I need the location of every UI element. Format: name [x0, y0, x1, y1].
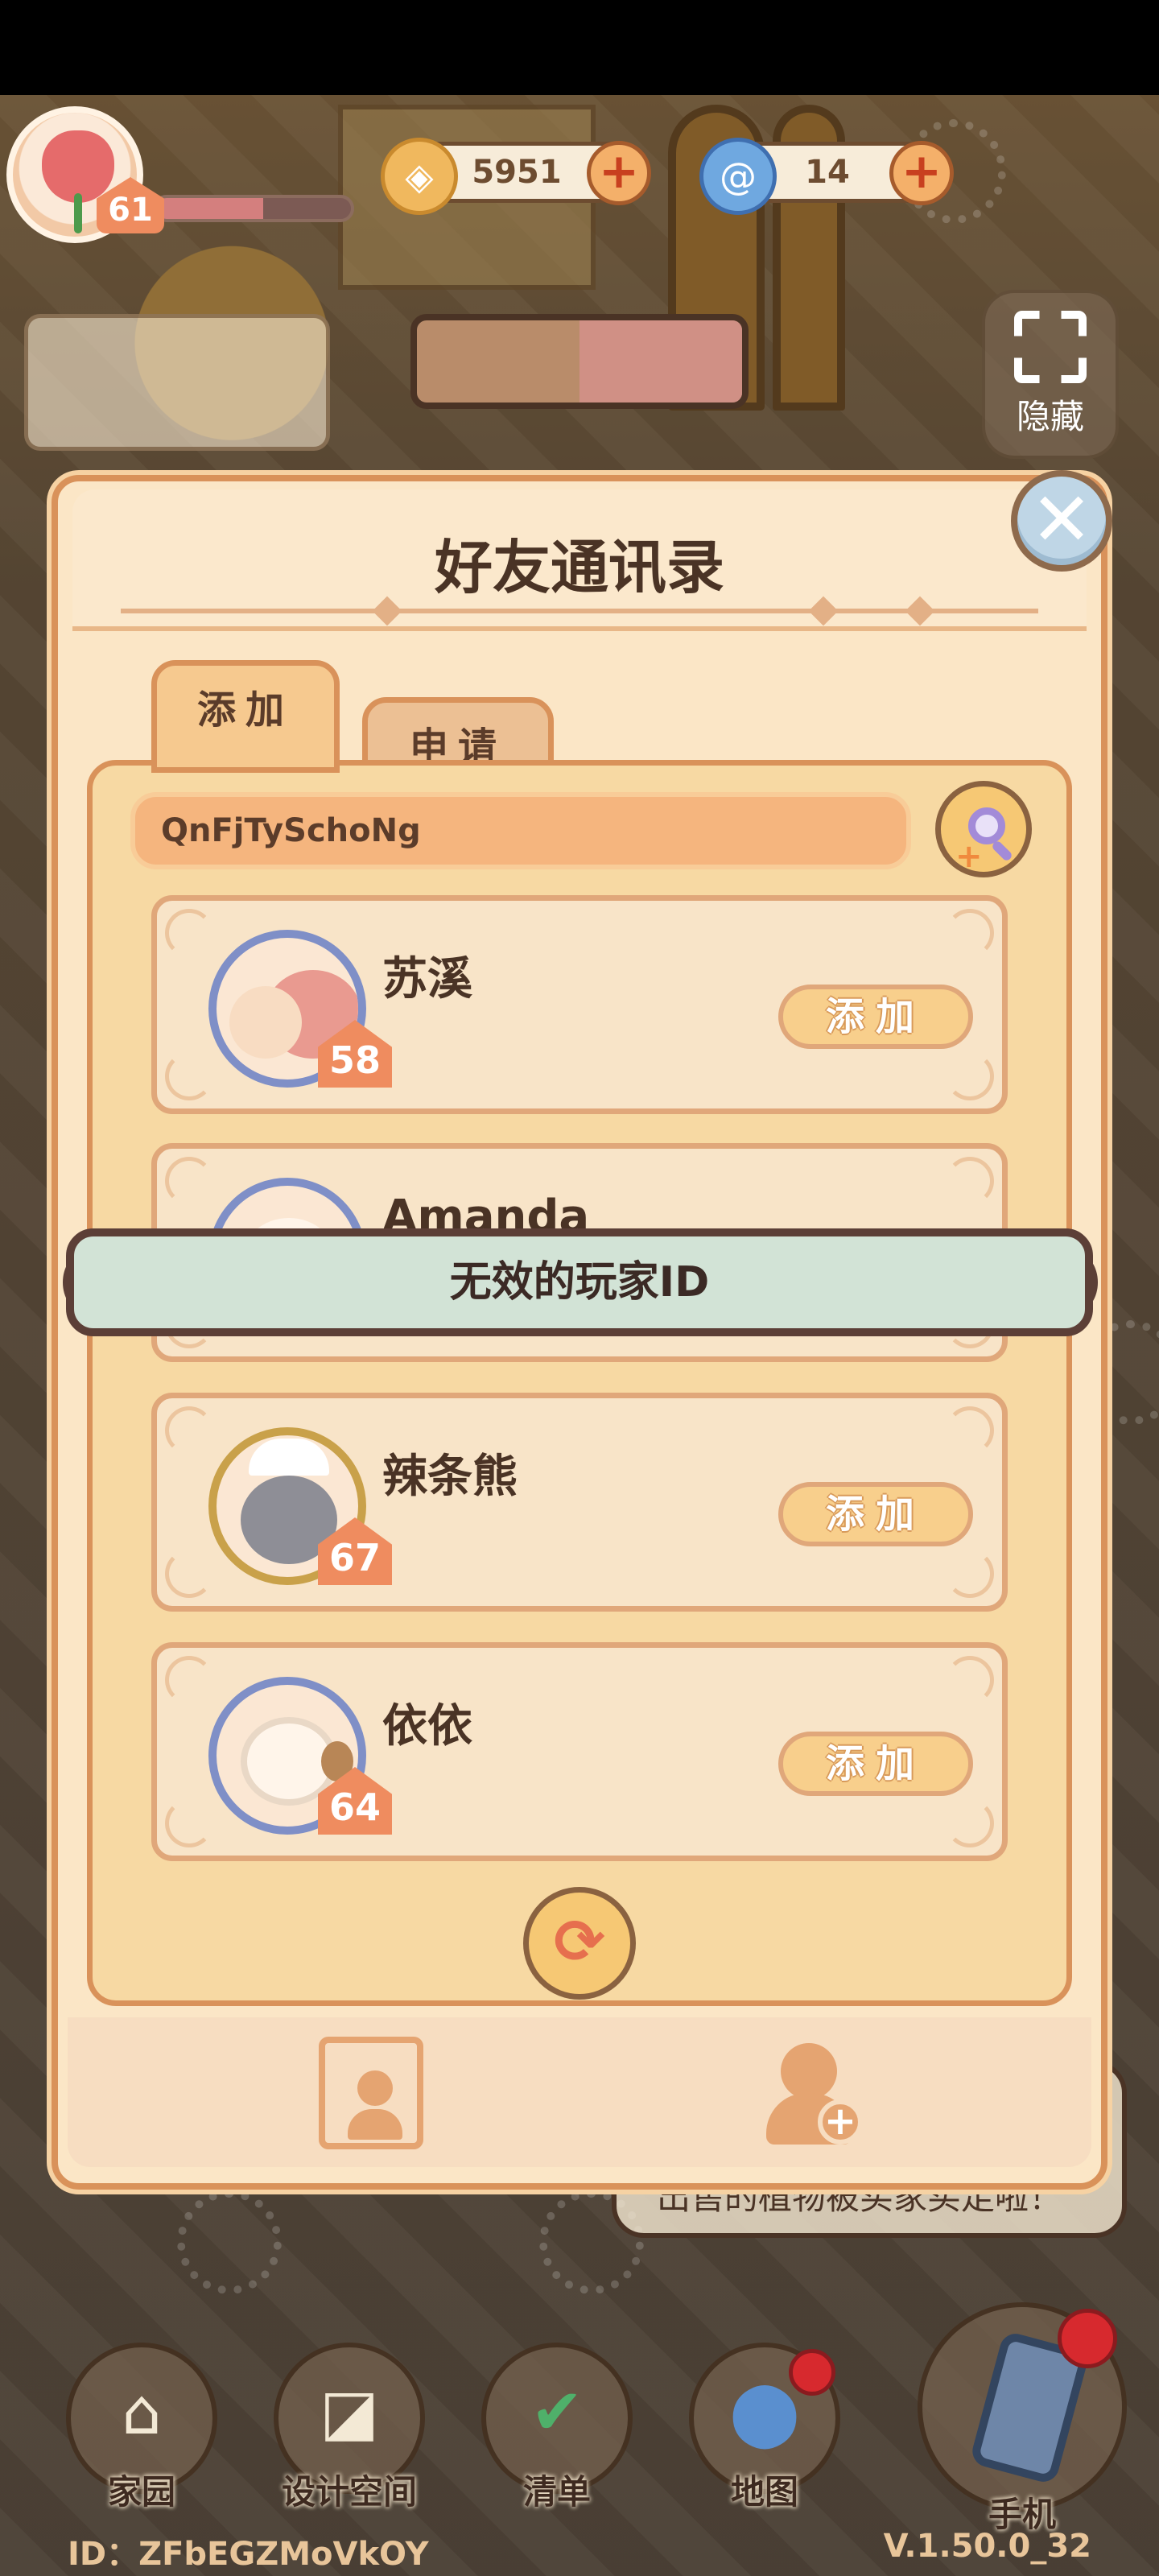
coin-icon: ◈ — [381, 138, 458, 215]
friend-name: 依依 — [382, 1700, 472, 1752]
card-ornament — [946, 909, 994, 957]
xp-progress-bar — [153, 195, 354, 222]
weather-indicator[interactable] — [410, 314, 749, 409]
modal-title: 好友通讯录 — [434, 534, 724, 601]
plus-icon: + — [818, 2099, 863, 2145]
card-ornament — [946, 1052, 994, 1100]
checklist-icon: ✔ — [530, 2376, 584, 2449]
friend-name: 苏溪 — [382, 953, 472, 1005]
card-ornament — [165, 1052, 213, 1100]
card-ornament — [946, 1157, 994, 1205]
version-label: V.1.50.0_32 — [883, 2528, 1091, 2565]
magnifier-handle — [990, 839, 1014, 863]
card-ornament — [165, 1157, 213, 1205]
add-coins-button[interactable]: + — [587, 141, 651, 205]
friend-card: 67 辣条熊 添加 — [151, 1393, 1008, 1612]
contact-head — [357, 2070, 393, 2106]
news-panel[interactable] — [24, 314, 330, 451]
hide-ui-button[interactable]: 隐藏 — [982, 290, 1119, 459]
avatar-image — [249, 1439, 329, 1476]
hide-ui-label: 隐藏 — [1016, 397, 1084, 436]
person-head — [781, 2043, 837, 2099]
tulip-icon — [42, 130, 114, 203]
nav-design-label: 设计空间 — [281, 2472, 417, 2512]
friend-card: 64 依依 添加 — [151, 1642, 1008, 1861]
card-ornament — [165, 1406, 213, 1455]
card-ornament — [946, 1799, 994, 1847]
modal-footer — [68, 2017, 1091, 2167]
frame-icon — [1014, 311, 1087, 383]
modal-header: 好友通讯录 — [72, 489, 1087, 631]
player-id-label: ID：ZFbEGZMoVkOY — [68, 2536, 429, 2573]
friend-card: 58 苏溪 添加 — [151, 895, 1008, 1114]
add-friend-button[interactable]: 添加 — [778, 1732, 973, 1796]
plus-icon: + — [955, 838, 983, 875]
gem-counter: @ 14 + — [699, 138, 954, 215]
card-ornament — [946, 1406, 994, 1455]
add-friend-icon[interactable]: + — [761, 2037, 866, 2149]
spiral-gem-icon: @ — [699, 138, 777, 215]
refresh-button[interactable]: ⟳ — [523, 1887, 636, 2000]
player-id-search-input[interactable] — [130, 792, 911, 869]
avatar-image — [229, 986, 302, 1059]
tab-add[interactable]: 添加 — [151, 660, 340, 773]
contacts-book-icon[interactable] — [319, 2037, 423, 2149]
weather-cloud-half — [580, 320, 742, 402]
phone-notification-dot — [1058, 2309, 1117, 2368]
tulip-stem — [74, 193, 82, 233]
nav-home-label: 家园 — [107, 2472, 175, 2512]
xp-progress-fill — [156, 198, 264, 219]
card-ornament — [165, 1799, 213, 1847]
title-divider — [121, 609, 1038, 613]
contact-body — [348, 2109, 402, 2140]
house-icon: ⌂ — [122, 2376, 162, 2449]
map-notification-dot — [789, 2349, 835, 2396]
add-friend-button[interactable]: 添加 — [778, 985, 973, 1049]
coin-counter: ◈ 5951 + — [381, 138, 651, 215]
search-button[interactable]: + — [935, 781, 1032, 877]
card-ornament — [165, 1550, 213, 1598]
card-ornament — [946, 1550, 994, 1598]
card-ornament — [165, 909, 213, 957]
nav-map-label: 地图 — [730, 2472, 798, 2512]
add-friend-button[interactable]: 添加 — [778, 1482, 973, 1546]
design-icon: ◪ — [320, 2376, 379, 2449]
friend-name: 辣条熊 — [382, 1451, 518, 1503]
add-gems-button[interactable]: + — [889, 141, 954, 205]
card-ornament — [946, 1656, 994, 1704]
coin-value: 5951 — [472, 154, 562, 191]
sun-pattern-icon — [177, 2190, 282, 2294]
card-ornament — [165, 1656, 213, 1704]
invalid-id-toast: 无效的玩家ID — [66, 1228, 1093, 1336]
nav-checklist-label: 清单 — [522, 2472, 591, 2512]
close-button[interactable]: ✕ — [1011, 470, 1112, 572]
gem-value: 14 — [805, 154, 850, 191]
